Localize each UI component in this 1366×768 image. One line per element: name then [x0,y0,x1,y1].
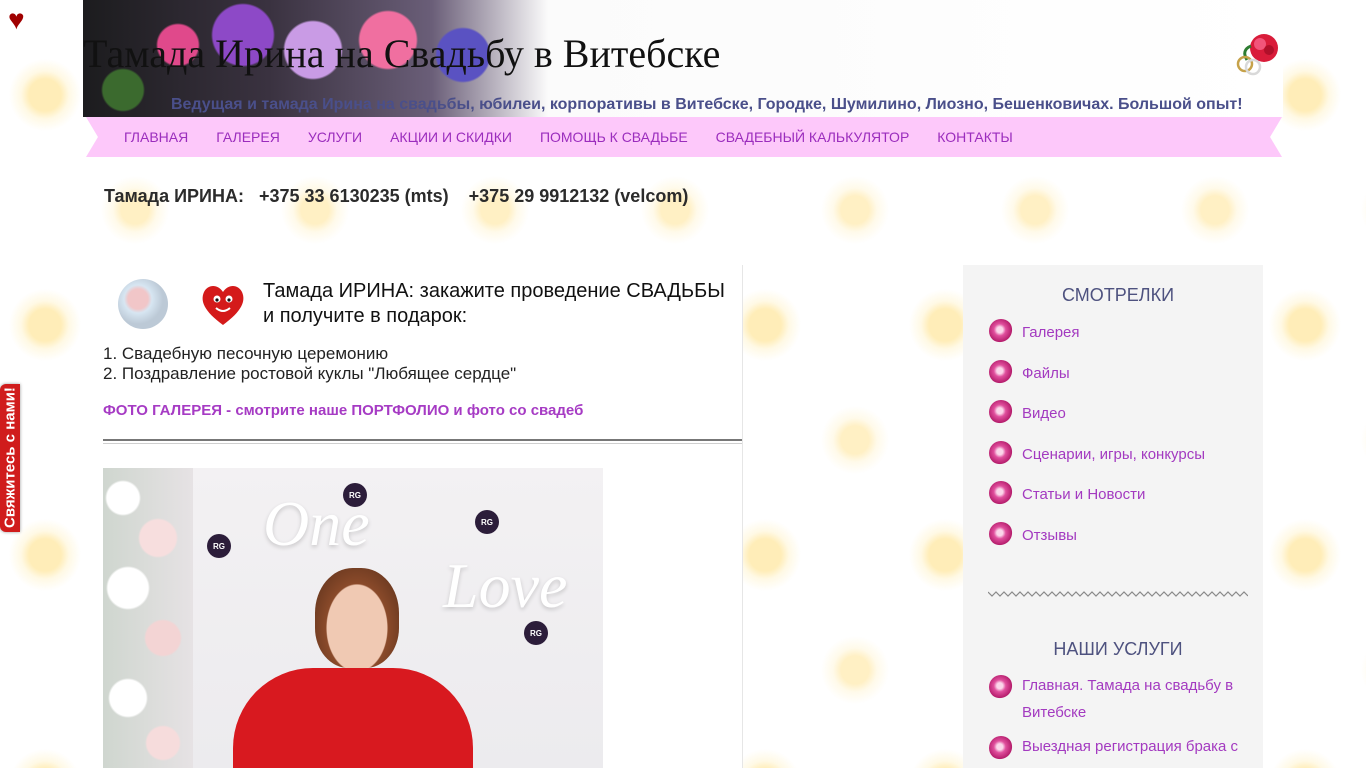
post-title: Тамада ИРИНА: закажите проведение СВАДЬБ… [263,280,725,327]
nav-item-services[interactable]: УСЛУГИ [308,129,362,145]
flower-wall [103,468,193,768]
badge-icon: RG [524,621,548,645]
photo-text-one: One [263,488,370,559]
sidebar-link[interactable]: Главная. Тамада на свадьбу в Витебске [1022,672,1249,726]
rose-icon [989,440,1013,465]
sidebar-link[interactable]: Выездная регистрация брака с [1022,733,1238,760]
rose-icon [989,675,1013,699]
widget-title-services: НАШИ УСЛУГИ [1053,639,1183,659]
contact-label: Тамада ИРИНА: [104,186,244,206]
sidebar-link[interactable]: Видео [1022,402,1066,426]
nav-item-promotions[interactable]: АКЦИИ И СКИДКИ [390,129,512,145]
contact-phones: Тамада ИРИНА: +375 33 6130235 (mts) +375… [104,186,688,207]
badge-icon: RG [475,510,499,534]
person-head [315,568,399,668]
nav-item-wedding-help[interactable]: ПОМОЩЬ К СВАДЬБЕ [540,129,688,145]
watch-links-list: Галерея Файлы Видео Сценарии, игры, конк… [989,319,1249,562]
rose-icon [989,736,1013,760]
sidebar-link[interactable]: Галерея [1022,321,1080,345]
tamada-photo[interactable]: One Love RG RG RG RG [103,468,603,768]
gift-list: 1. Свадебную песочную церемонию 2. Поздр… [103,344,516,384]
list-item[interactable]: Выездная регистрация брака с [989,736,1249,760]
phone-velcom[interactable]: +375 29 9912132 (velcom) [469,186,689,206]
nav-item-home[interactable]: ГЛАВНАЯ [124,129,188,145]
rose-icon [989,481,1013,505]
list-item[interactable]: Сценарии, игры, конкурсы [989,440,1249,467]
rings-icon [1236,34,1278,76]
gift-item: 2. Поздравление ростовой куклы "Любящее … [103,364,517,383]
zigzag-divider [988,591,1248,597]
main-nav: ГЛАВНАЯ ГАЛЕРЕЯ УСЛУГИ АКЦИИ И СКИДКИ ПО… [86,117,1282,157]
widget-title-watch: СМОТРЕЛКИ [1061,285,1175,305]
sidebar-link[interactable]: Сценарии, игры, конкурсы [1022,443,1205,467]
heart-mascot-icon [202,286,244,325]
list-item[interactable]: Главная. Тамада на свадьбу в Витебске [989,675,1249,726]
sidebar-link[interactable]: Отзывы [1022,524,1077,548]
phone-mts[interactable]: +375 33 6130235 (mts) [259,186,449,206]
sidebar-link[interactable]: Файлы [1022,362,1070,386]
rose-icon [989,400,1013,424]
list-item[interactable]: Галерея [989,319,1249,345]
photo-text-love: Love [443,550,568,621]
services-links-list: Главная. Тамада на свадьбу в Витебске Вы… [989,675,1249,768]
avatar [118,279,168,329]
contact-us-tab[interactable]: Свяжитесь с нами! [0,384,20,532]
list-item[interactable]: Статьи и Новости [989,481,1249,507]
nav-item-calculator[interactable]: СВАДЕБНЫЙ КАЛЬКУЛЯТОР [716,129,910,145]
badge-icon: RG [343,483,367,507]
heart-icon[interactable]: ♥ [8,4,25,36]
photo-decor-text: One Love [263,488,568,621]
list-item[interactable]: Отзывы [989,521,1249,548]
rose-icon [989,319,1013,343]
nav-item-contacts[interactable]: КОНТАКТЫ [937,129,1013,145]
site-title[interactable]: Тамада Ирина на Свадьбу в Витебске [83,30,720,77]
sidebar-link[interactable]: Статьи и Новости [1022,483,1145,507]
badge-icon: RG [207,534,231,558]
sidebar: СМОТРЕЛКИ Галерея Файлы Видео Сценарии, … [963,265,1263,768]
site-header: Тамада Ирина на Свадьбу в Витебске Ведущ… [83,0,1283,117]
rose-icon [989,521,1013,546]
person-dress [233,668,473,768]
divider [103,439,742,444]
rose-icon [989,359,1013,384]
nav-item-gallery[interactable]: ГАЛЕРЕЯ [216,129,280,145]
site-tagline: Ведущая и тамада Ирина на свадьбы, юбиле… [171,96,1243,113]
list-item[interactable]: Файлы [989,359,1249,386]
portfolio-link[interactable]: ФОТО ГАЛЕРЕЯ - смотрите наше ПОРТФОЛИО и… [103,402,583,419]
contact-us-tab-label: Свяжитесь с нами! [1,387,19,529]
gift-item: 1. Свадебную песочную церемонию [103,344,389,363]
main-post: Тамада ИРИНА: закажите проведение СВАДЬБ… [102,265,743,768]
list-item[interactable]: Видео [989,400,1249,426]
